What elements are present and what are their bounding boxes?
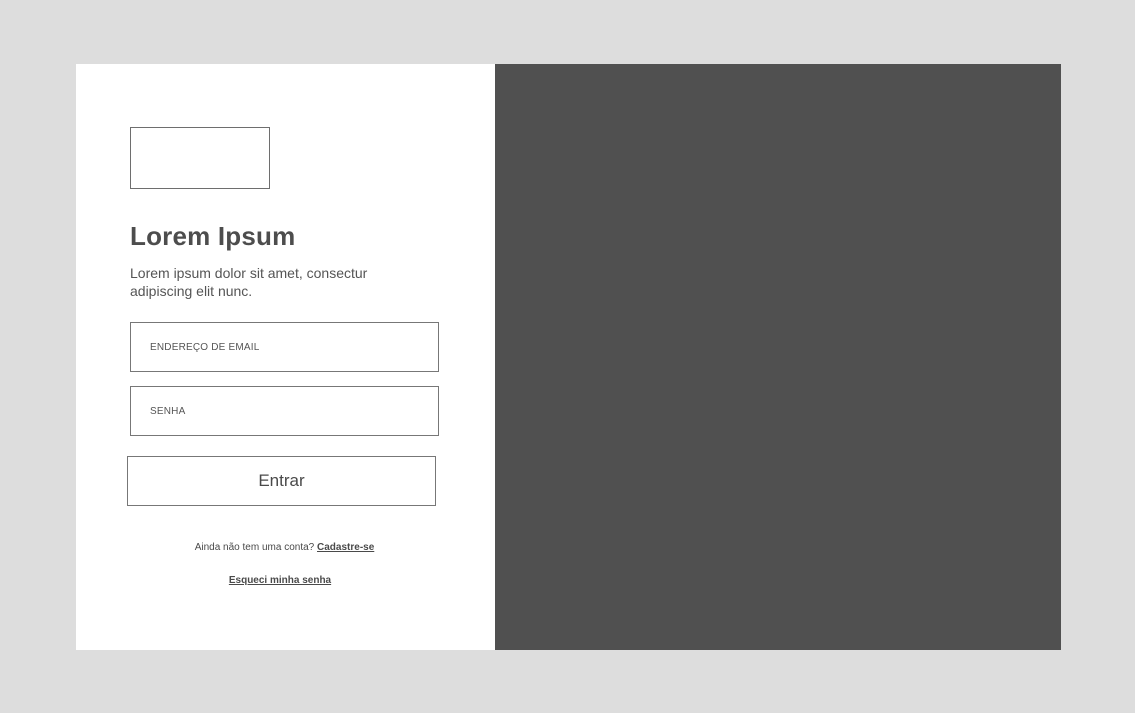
login-button[interactable]: Entrar — [127, 456, 436, 506]
email-field[interactable] — [130, 322, 439, 372]
signup-prompt: Ainda não tem uma conta? — [194, 542, 318, 553]
signup-line: Ainda não tem uma conta? Cadastre-se — [130, 542, 439, 553]
page-title: Lorem Ipsum — [130, 221, 296, 251]
logo-placeholder — [130, 127, 270, 189]
login-card: Lorem Ipsum Lorem ipsum dolor sit amet, … — [76, 64, 1061, 650]
image-panel — [495, 64, 1061, 650]
signup-link[interactable]: Cadastre-se — [317, 542, 374, 553]
forgot-line: Esqueci minha senha — [130, 575, 430, 586]
password-field[interactable] — [130, 386, 439, 436]
page-description: Lorem ipsum dolor sit amet, consectur ad… — [130, 265, 368, 299]
forgot-password-link[interactable]: Esqueci minha senha — [229, 575, 331, 586]
